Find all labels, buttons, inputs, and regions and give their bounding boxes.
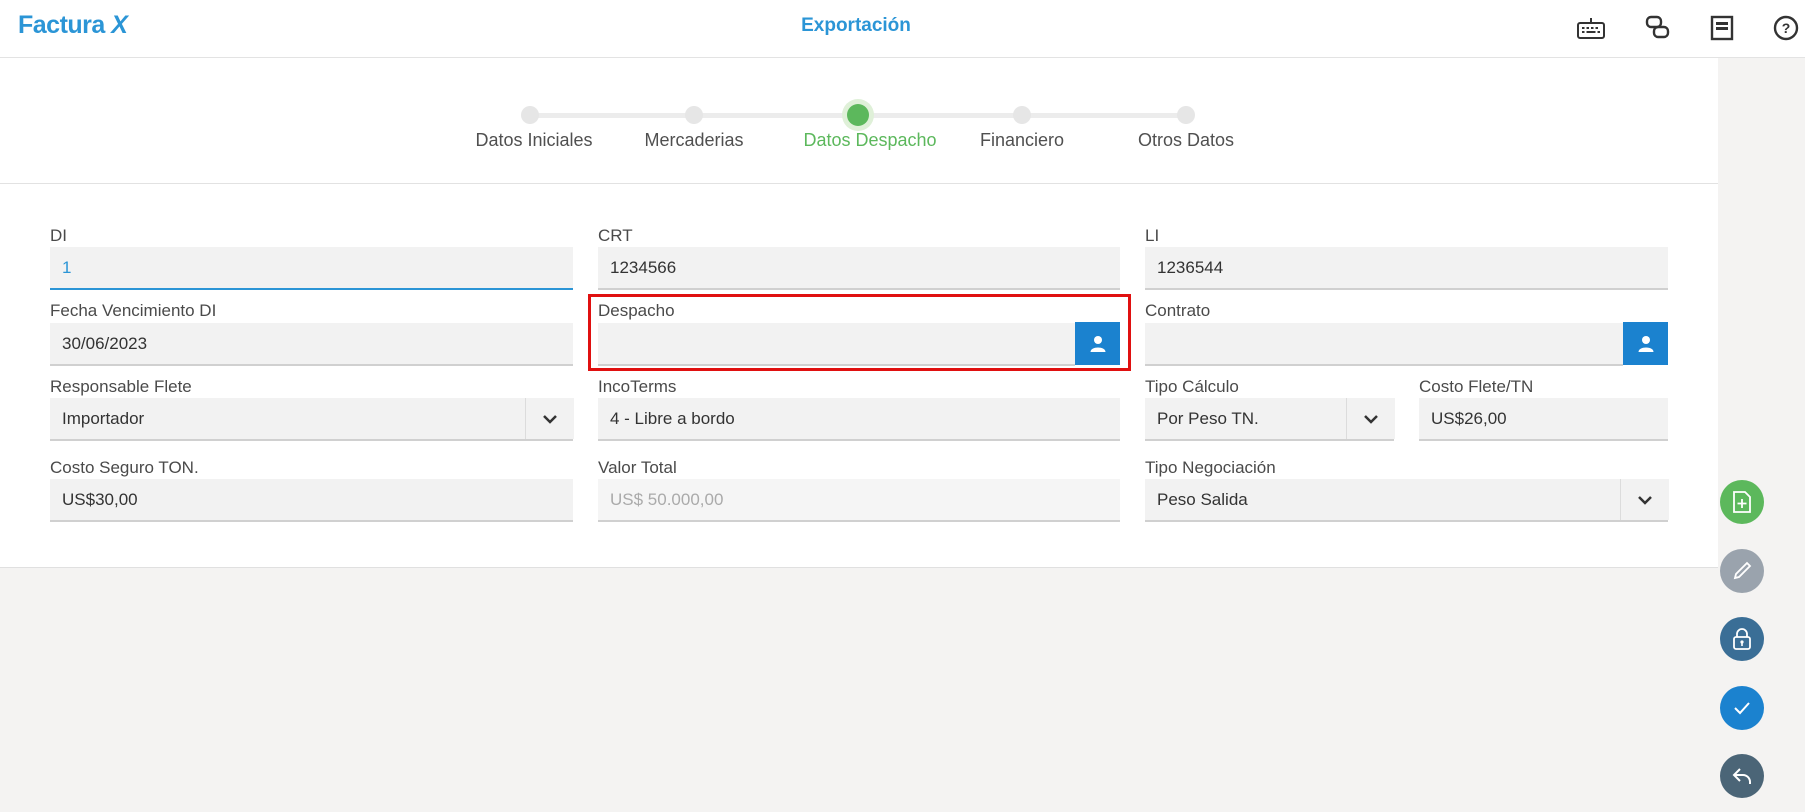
step-connector <box>530 113 694 118</box>
costo-flete-label: Costo Flete/TN <box>1419 377 1534 396</box>
step-label-datos-iniciales[interactable]: Datos Iniciales <box>475 130 592 151</box>
crt-label: CRT <box>598 226 633 245</box>
incoterms-input[interactable]: 4 - Libre a bordo <box>598 398 1120 441</box>
tipo-calculo-label: Tipo Cálculo <box>1145 377 1239 396</box>
contrato-input[interactable] <box>1145 323 1623 366</box>
step-dot-financiero[interactable] <box>1013 106 1031 124</box>
li-label: LI <box>1145 226 1160 245</box>
step-label-mercaderias[interactable]: Mercaderias <box>644 130 743 151</box>
keyboard-icon[interactable] <box>1573 10 1609 46</box>
back-button[interactable] <box>1720 754 1764 798</box>
costo-seguro-label: Costo Seguro TON. <box>50 458 199 477</box>
step-dot-datos-despacho[interactable] <box>847 104 869 126</box>
responsable-flete-label: Responsable Flete <box>50 377 192 396</box>
fecha-vencimiento-label: Fecha Vencimiento DI <box>50 301 217 320</box>
user-icon <box>1638 335 1653 352</box>
contrato-label: Contrato <box>1145 301 1211 320</box>
di-label: DI <box>50 226 67 245</box>
edit-button[interactable] <box>1720 549 1764 593</box>
di-input[interactable]: 1 <box>50 247 573 290</box>
valor-total-input: US$ 50.000,00 <box>598 479 1120 522</box>
svg-text:?: ? <box>1782 20 1791 36</box>
help-icon[interactable]: ? <box>1768 10 1804 46</box>
contrato-lookup-button[interactable] <box>1623 322 1668 365</box>
step-connector <box>694 113 858 118</box>
despacho-lookup-button[interactable] <box>1075 322 1120 365</box>
undo-icon <box>1732 768 1751 784</box>
valor-total-label: Valor Total <box>598 458 677 477</box>
step-dot-otros-datos[interactable] <box>1177 106 1195 124</box>
despacho-input[interactable] <box>598 323 1075 366</box>
responsable-flete-dropdown[interactable] <box>525 398 574 439</box>
costo-flete-input[interactable]: US$26,00 <box>1419 398 1668 441</box>
step-label-financiero[interactable]: Financiero <box>980 130 1064 151</box>
new-document-icon <box>1733 491 1751 513</box>
document-icon[interactable] <box>1704 10 1740 46</box>
tipo-calculo-dropdown[interactable] <box>1346 398 1395 439</box>
page-title: Exportación <box>801 15 911 36</box>
user-icon <box>1090 335 1105 352</box>
despacho-label: Despacho <box>598 301 675 320</box>
lock-button[interactable] <box>1720 617 1764 661</box>
chat-bubbles-icon[interactable] <box>1640 10 1676 46</box>
fecha-vencimiento-input[interactable]: 30/06/2023 <box>50 323 573 366</box>
tipo-negociacion-label: Tipo Negociación <box>1145 458 1276 477</box>
pencil-icon <box>1733 561 1752 580</box>
new-document-button[interactable] <box>1720 480 1764 524</box>
tipo-negociacion-select[interactable]: Peso Salida <box>1145 479 1668 522</box>
step-connector <box>1022 113 1186 118</box>
step-dot-datos-iniciales[interactable] <box>521 106 539 124</box>
step-label-otros-datos[interactable]: Otros Datos <box>1138 130 1234 151</box>
step-connector <box>858 113 1022 118</box>
check-icon <box>1734 702 1750 715</box>
lock-icon <box>1733 628 1751 650</box>
incoterms-label: IncoTerms <box>598 377 677 396</box>
confirm-button[interactable] <box>1720 686 1764 730</box>
step-label-datos-despacho[interactable]: Datos Despacho <box>803 130 936 151</box>
steps-divider <box>0 183 1718 184</box>
responsable-flete-select[interactable]: Importador <box>50 398 573 441</box>
top-bar: Factura X Exportación ? <box>0 0 1805 58</box>
step-dot-mercaderias[interactable] <box>685 106 703 124</box>
tipo-negociacion-dropdown[interactable] <box>1620 479 1669 520</box>
crt-input[interactable]: 1234566 <box>598 247 1120 290</box>
chevron-down-icon <box>1364 414 1378 424</box>
chevron-down-icon <box>543 414 557 424</box>
costo-seguro-input[interactable]: US$30,00 <box>50 479 573 522</box>
chevron-down-icon <box>1638 495 1652 505</box>
li-input[interactable]: 1236544 <box>1145 247 1668 290</box>
